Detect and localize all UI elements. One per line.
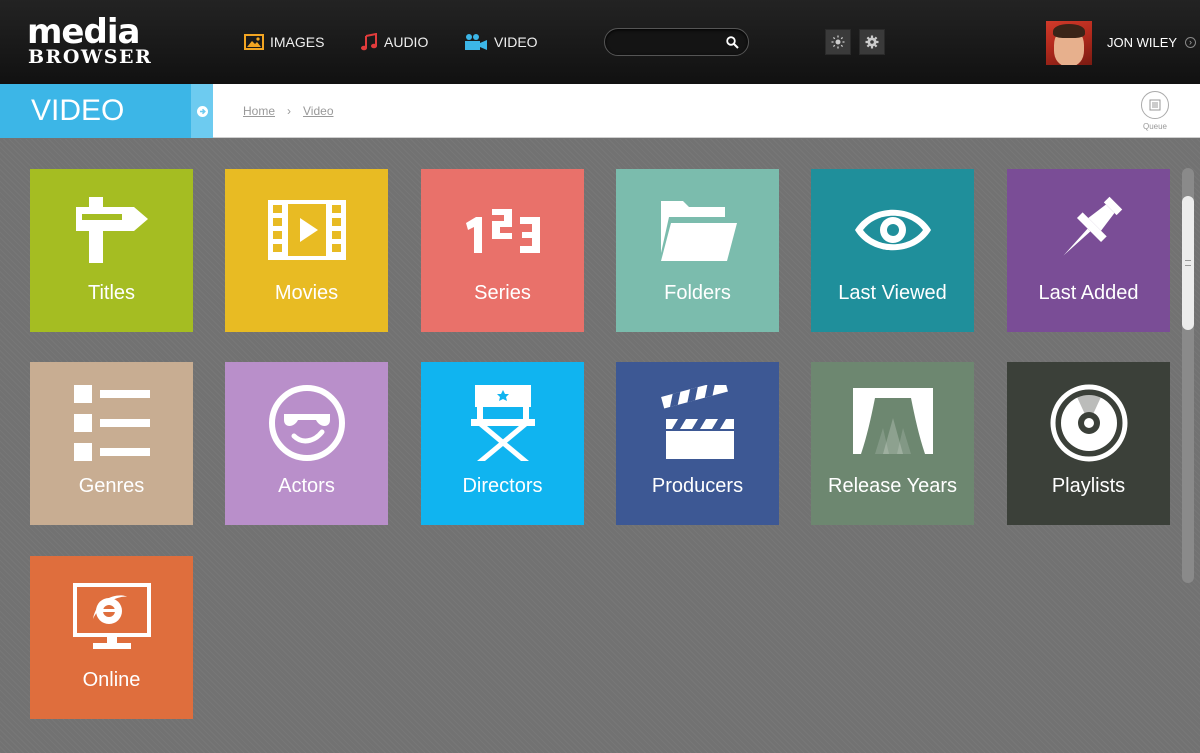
avatar-hair (1053, 24, 1085, 38)
tile-label: Titles (87, 282, 136, 304)
search-box (604, 28, 749, 56)
queue-label: Queue (1142, 122, 1168, 131)
breadcrumb: Home › Video (243, 104, 334, 118)
section-bar: VIDEO Home › Video Queue (0, 84, 1200, 138)
pushpin-icon (1063, 196, 1122, 256)
music-note-icon (361, 33, 377, 51)
top-bar: media BROWSER IMAGES AUDIO VIDEO JON WIL… (0, 0, 1200, 84)
smiley-sunglasses-icon (268, 385, 345, 461)
user-name[interactable]: JON WILEY (1107, 35, 1177, 50)
scrollbar-thumb[interactable] (1182, 196, 1194, 330)
sun-icon (831, 35, 845, 49)
queue-list-icon (1149, 99, 1161, 111)
tile-online[interactable]: Online (30, 556, 193, 719)
nav-video[interactable]: VIDEO (464, 31, 538, 53)
tile-label: Playlists (1051, 475, 1126, 497)
queue-button[interactable]: Queue (1139, 90, 1171, 134)
tile-label: Last Viewed (838, 282, 947, 304)
numbers-icon (465, 209, 540, 253)
tile-label: Last Added (1038, 282, 1139, 304)
video-camera-icon (465, 34, 487, 50)
image-icon (244, 34, 264, 50)
tile-label: Directors (462, 475, 543, 497)
tile-label: Genres (78, 475, 145, 497)
avatar[interactable] (1046, 21, 1092, 65)
breadcrumb-home[interactable]: Home (243, 104, 275, 118)
settings-button[interactable] (859, 29, 885, 55)
queue-circle (1141, 91, 1169, 119)
breadcrumb-video[interactable]: Video (303, 104, 333, 118)
scrollbar-grip-icon (1185, 260, 1191, 266)
nav-images[interactable]: IMAGES (244, 31, 324, 53)
tile-label: Folders (664, 282, 731, 304)
tile-genres[interactable]: Genres (30, 362, 193, 525)
tile-label: Release Years (828, 475, 957, 497)
logo-subtext: BROWSER (28, 46, 153, 68)
folder-icon (660, 201, 737, 261)
brightness-button[interactable] (825, 29, 851, 55)
nav-images-label: IMAGES (270, 34, 325, 50)
tile-last-viewed[interactable]: Last Viewed (811, 169, 974, 332)
tile-label: Producers (651, 475, 744, 497)
tile-series[interactable]: Series (421, 169, 584, 332)
nav-audio[interactable]: AUDIO (360, 31, 428, 53)
tile-label: Actors (278, 475, 335, 497)
tile-producers[interactable]: Producers (616, 362, 779, 525)
tile-folders[interactable]: Folders (616, 169, 779, 332)
tile-movies[interactable]: Movies (225, 169, 388, 332)
gear-icon (865, 35, 879, 49)
section-toggle-button[interactable] (191, 84, 213, 138)
search-input[interactable] (617, 33, 722, 51)
section-title: VIDEO (0, 84, 191, 138)
tile-titles[interactable]: Titles (30, 169, 193, 332)
nav-audio-label: AUDIO (384, 34, 429, 50)
logo-text: media (27, 12, 140, 52)
signout-icon[interactable]: › (1185, 37, 1196, 48)
tile-label: Series (474, 282, 531, 304)
tile-label: Online (82, 669, 141, 691)
disc-icon (1050, 384, 1127, 462)
tile-directors[interactable]: Directors (421, 362, 584, 525)
list-icon (73, 385, 150, 461)
tile-release-years[interactable]: Release Years (811, 362, 974, 525)
breadcrumb-separator: › (287, 104, 292, 118)
nav-video-label: VIDEO (494, 34, 538, 50)
tile-label: Movies (274, 282, 339, 304)
monitor-browser-icon (72, 583, 151, 649)
tile-last-added[interactable]: Last Added (1007, 169, 1170, 332)
arrow-right-circle-icon (196, 105, 208, 117)
search-icon[interactable] (726, 36, 739, 49)
directors-chair-icon (470, 385, 535, 461)
theater-curtain-icon (852, 388, 933, 454)
film-icon (267, 200, 346, 260)
tile-actors[interactable]: Actors (225, 362, 388, 525)
media-browser-logo[interactable]: media BROWSER (27, 15, 167, 69)
signpost-icon (75, 197, 148, 263)
eye-icon (854, 209, 931, 251)
tile-playlists[interactable]: Playlists (1007, 362, 1170, 525)
clapperboard-icon (660, 385, 734, 459)
